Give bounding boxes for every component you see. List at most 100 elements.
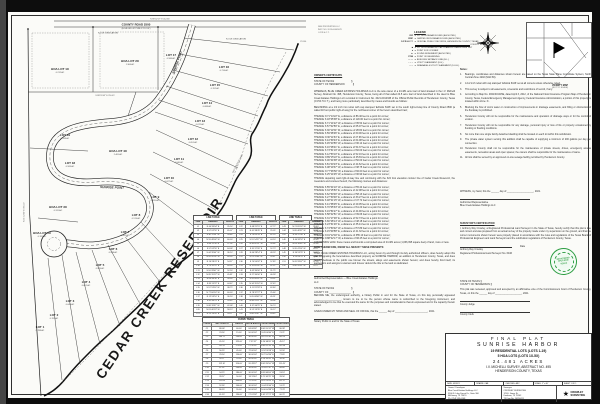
lot-acreage: 0.574 AC (132, 217, 141, 220)
title-block-name: FINAL PLAT SUNRISE HARBOR 19 RESIDENTIAL… (446, 334, 591, 381)
note-item: 6.Henderson County will not be responsib… (460, 115, 591, 122)
lot-label: LOT 9 (151, 195, 160, 199)
surveyor-logo: ★ CROWLEYSURVEYING (557, 386, 591, 401)
surveyor-date-label: Date (520, 245, 525, 248)
legal-p: BEFORE ME, the undersigned authority, a … (314, 294, 455, 308)
surveyor-info: Surveyor:CROWLEY SURVEYING129 E. Grove S… (502, 386, 558, 401)
subdivision-name: SUNRISE HARBOR (446, 342, 591, 348)
legend-title: LEGEND (400, 30, 440, 34)
lot-label: LOT 7 (121, 230, 130, 234)
lot-acreage: 0.615 AC (151, 199, 160, 202)
witness-line: WITNESS, my hand, this the ______ day of… (460, 190, 591, 193)
west-boundary-line (28, 29, 41, 396)
note-item: 8.No more than one single family detache… (460, 133, 591, 136)
note-item: 11.All lots shall be served by an approv… (460, 156, 591, 159)
lot-acreage: 0.640 AC (175, 161, 184, 164)
scan-edge-band (0, 0, 6, 404)
line-table-3: LINE TABLELINEBEARINGLENGTHL43N 21°05′16… (279, 215, 312, 269)
note-item: 9.The private water system serving this … (460, 138, 591, 145)
texas-star-icon: ★ (563, 390, 569, 398)
title-block-field: CHECKED: ARC (504, 382, 533, 385)
note-item: 5.Blocking the flow of storm water or co… (460, 106, 591, 113)
legal-p: CONTAINING within these metes and bounds… (314, 241, 455, 244)
lot-acreage: 2.405 AC (114, 153, 123, 156)
lot-acreage: 0.705 AC (50, 317, 59, 320)
lot-label: HOA LOT 3X (49, 205, 67, 209)
lot-acreage: 0.651 AC (189, 141, 198, 144)
lot-acreage: 0.598 AC (61, 137, 70, 140)
acreage-line: 24.481 ACRES (446, 359, 591, 364)
lot-label: LOT 19 (60, 133, 71, 137)
note-item: 7.Henderson County will not be responsib… (460, 124, 591, 131)
row-dedication-label-right: R.O.W. DEDICATION (226, 38, 246, 41)
legal-h: OWNER'S CERTIFICATE (314, 74, 455, 77)
lot-acreage: 0.714 AC (220, 69, 229, 72)
lot-label: LOT 11 (174, 157, 184, 161)
owners-certificate-column: OWNER'S CERTIFICATESTATE OF TEXAS §COUNT… (314, 74, 455, 324)
notes-block: Notes: 1.Bearings, coordinates and dista… (460, 68, 591, 162)
lot-acreage: 0.672 AC (196, 123, 205, 126)
lot-acreage: 0.562 AC (121, 234, 130, 237)
approval-block: STATE OF TEXAS § COUNTY OF HENDERSON § T… (460, 280, 591, 317)
lot-label: LOT 3 (66, 299, 75, 303)
legal-p: GIVEN UNDER MY HAND AND SEAL OF OFFICE, … (314, 310, 455, 313)
witness-block: WITNESS, my hand, this the ______ day of… (460, 190, 591, 208)
list-item: TX Firm No. 10194474 (504, 398, 555, 401)
title-block-bottom: Owner / Developer:Blue Creek Estates Hol… (446, 386, 591, 401)
lot-label: LOT 8 (132, 213, 141, 217)
lot-acreage: 0.788 AC (36, 329, 45, 332)
clerk-label: County Clerk (460, 313, 591, 316)
title-block-field: DATE: 09/2021 (446, 382, 475, 385)
setback-rects (32, 32, 164, 88)
legal-sig: Notary Public in and for the State of Te… (314, 319, 378, 324)
surveyor-seal-text: REGISTEREDRPLS 6446TEXAS (552, 250, 575, 273)
notes-title: Notes: (460, 68, 591, 71)
line-table-2: LINE TABLELINEBEARINGLENGTHL22S 48°21′15… (236, 215, 276, 317)
county-road-sub-label: (A CALLED 40′ PUBLIC R.O.W.) (122, 27, 151, 30)
legal-c: NOW, THEREFORE, KNOW ALL MEN BY THESE PR… (314, 246, 455, 249)
lot-label: LOT 13 (195, 119, 206, 123)
title-block: FINAL PLAT SUNRISE HARBOR 19 RESIDENTIAL… (445, 333, 592, 400)
plat-sheet: COUNTY ROAD 2500 (A CALLED 40′ PUBLIC R.… (8, 12, 592, 398)
list-item: O.P.R.H.C.T. (318, 32, 396, 35)
lot-label: LOT 15 (210, 83, 221, 87)
legend-rows: IRF=1/2″ IRON REBAR FOUND (AS NOTED)CIRF… (400, 35, 486, 68)
lot-acreage: 0.644 AC (66, 303, 75, 306)
north-arrow-icon (476, 31, 500, 55)
note-item: 3.This survey is subject to all easement… (460, 88, 591, 91)
lot-acreage: 0.539 AC (96, 267, 105, 270)
dimension-label: N 01°12′40″ E 355.10′ (24, 202, 26, 222)
lot-label: LOT 14 (202, 101, 213, 105)
approval-body: This plat was reviewed, approved and acc… (460, 288, 591, 295)
lot-acreage: 0.195 AC (38, 235, 47, 238)
lot-acreage: 0.702 AC (211, 87, 220, 90)
lot-acreage: 0.688 AC (203, 105, 212, 108)
row-dedication-label-left: R.O.W. DEDICATION (98, 32, 118, 35)
legend: LEGEND IRF=1/2″ IRON REBAR FOUND (AS NOT… (400, 30, 486, 68)
legal-sig: Authorized Representative — Blue Creek E… (314, 276, 378, 284)
legal-p: WHEREAS, BLUE CREEK ESTATES HOLDINGS LLC… (314, 90, 455, 104)
notes-list: 1.Bearings, coordinates and distances sh… (460, 73, 591, 160)
final-plat-label: FINAL PLAT (446, 336, 591, 341)
lot-label: LOT 17 (166, 53, 177, 57)
adjoiner-note: SEM PROPERTIES LLCINST. NO. 2019-0004567… (318, 26, 396, 34)
curve-table: CURVE TABLECURVEARC LENGTHRADIUSDELTA AN… (202, 317, 290, 397)
legal-p: THAT, BLUE CREEK ESTATES HOLDINGS LLC, a… (314, 252, 455, 266)
survey-abstract-line: I.V. MICHELLI SURVEY, ABSTRACT NO. 495 (446, 365, 591, 369)
lot-label: LOT 4 (82, 280, 91, 284)
residential-lots-line: 19 RESIDENTIAL LOTS (LOTS 1-19) (446, 349, 591, 353)
note-item: 4.According to Map No. 48213C0415E, date… (460, 93, 591, 103)
lot-acreage: 0.583 AC (66, 165, 75, 168)
lot-label: HOA LOT 4X (109, 149, 127, 153)
witness-sig-company: Blue Creek Estates Holdings LLC (460, 204, 591, 207)
title-block-field: SHEET 1 OF 1 (563, 382, 591, 385)
lot-label: LOT 6 (109, 247, 118, 251)
lot-division-lines-top (28, 27, 158, 122)
lot-label: LOT 18 (65, 161, 76, 165)
county-road-label: COUNTY ROAD 2500 (122, 23, 151, 27)
lot-label: LOT 1 (36, 325, 45, 329)
lot-label: LOT 16 (219, 65, 230, 69)
lot-acreage: 1.364 AC (126, 63, 135, 66)
note-item: 2.A 1/2 inch rebar with cap stamped ‘EAG… (460, 82, 591, 85)
surveyor-cert-body: I, Anthony Ray Crowley, a Registered Pro… (460, 227, 591, 240)
